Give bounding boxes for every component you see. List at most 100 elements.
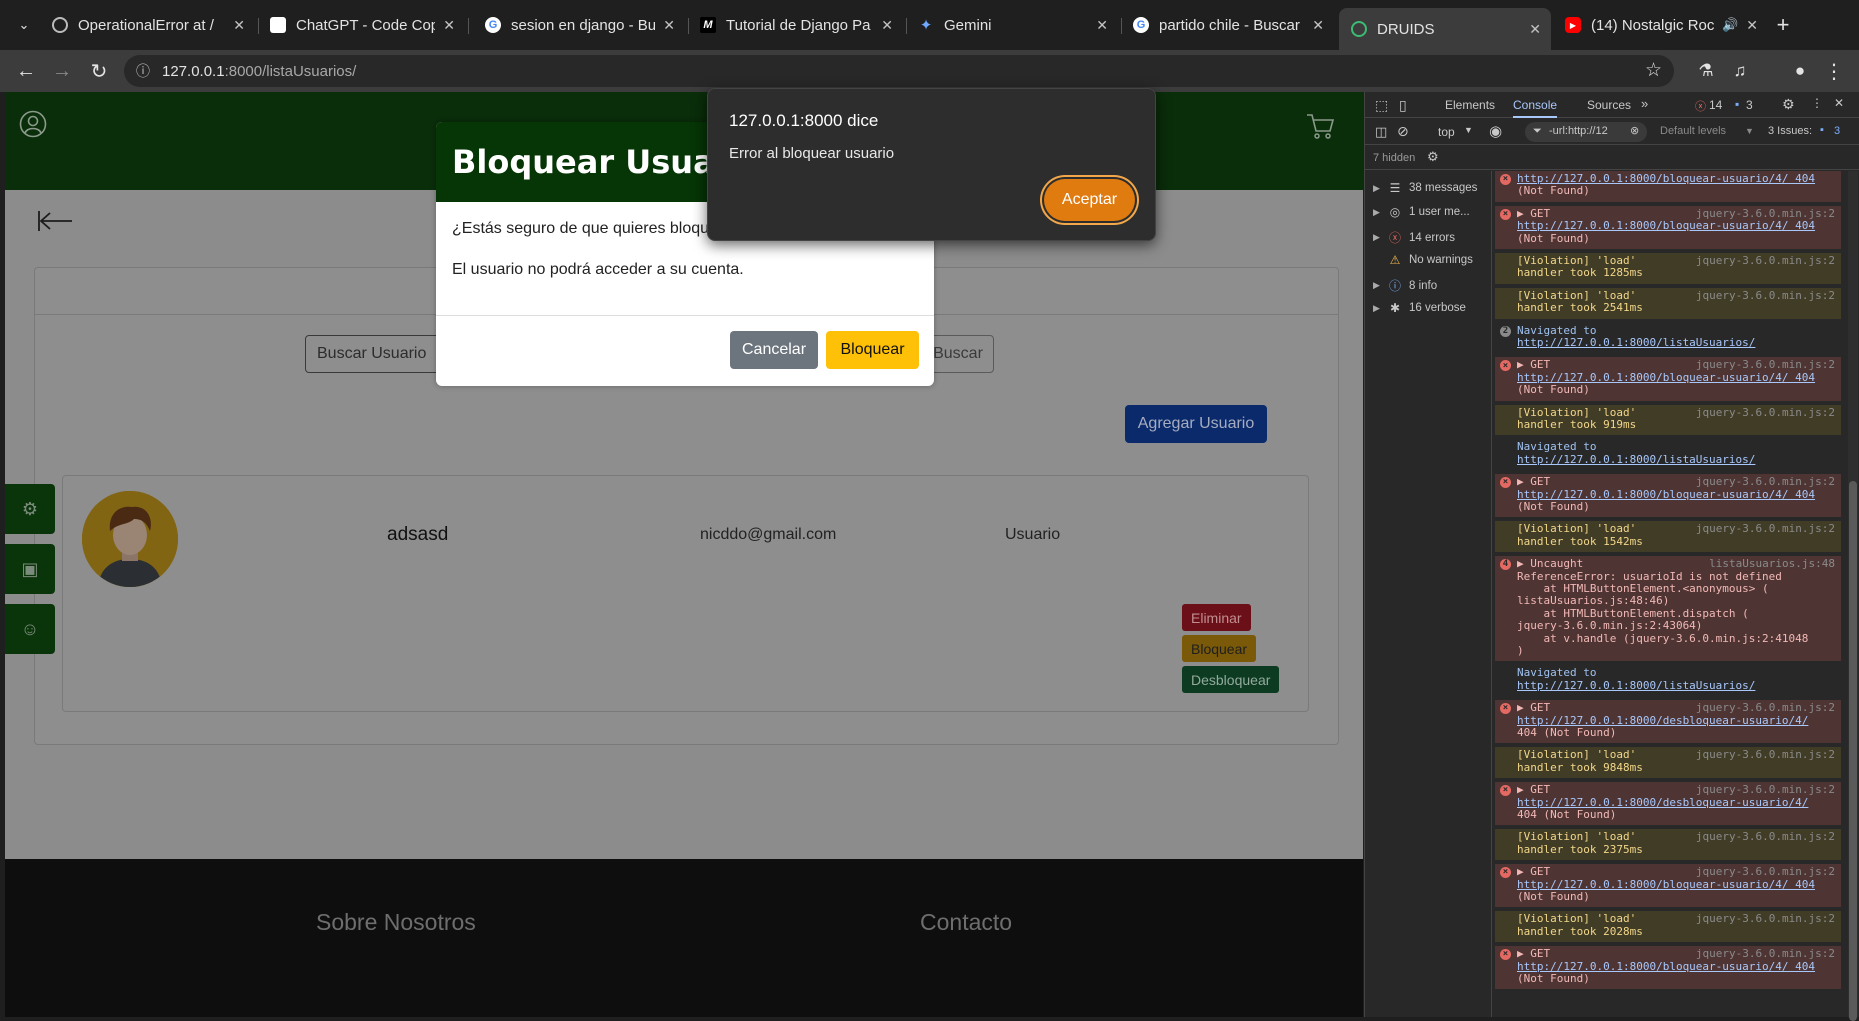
console-entry[interactable]: × ▶ GET http://127.0.0.1:8000/bloquear-usu…	[1495, 357, 1841, 401]
back-icon[interactable]: ←	[14, 59, 38, 83]
chevron-down-icon[interactable]: ▼	[1464, 125, 1473, 135]
tab-console[interactable]: Console	[1513, 98, 1558, 118]
source-link[interactable]: jquery-3.6.0.min.js:2	[1696, 358, 1835, 371]
close-icon[interactable]: ✕	[233, 17, 245, 34]
source-link[interactable]: jquery-3.6.0.min.js:2	[1696, 830, 1835, 843]
confirm-block-button[interactable]: Bloquear	[826, 331, 919, 369]
unblock-user-button[interactable]: Desbloquear	[1182, 666, 1280, 693]
source-link[interactable]: jquery-3.6.0.min.js:2	[1696, 475, 1835, 488]
console-entry[interactable]: [Violation] 'load' handler took 919ms jque…	[1495, 404, 1841, 436]
filter-input[interactable]: ⏷ -url:http://12 ⊗	[1525, 122, 1647, 142]
source-link[interactable]: jquery-3.6.0.min.js:2	[1696, 289, 1835, 302]
error-count-icon[interactable]: ⓧ	[1695, 98, 1706, 114]
console-entry[interactable]: [Violation] 'load' handler took 9848ms jqu…	[1495, 747, 1841, 779]
close-icon[interactable]: ✕	[1312, 17, 1324, 34]
console-line[interactable]: http://127.0.0.1:8000/listaUsuarios/	[1517, 453, 1837, 466]
delete-user-button[interactable]: Eliminar	[1182, 604, 1251, 631]
console-line[interactable]: http://127.0.0.1:8000/listaUsuarios/	[1517, 336, 1837, 349]
speaker-icon[interactable]: 🔊	[1722, 17, 1738, 33]
log-levels-select[interactable]: Default levels	[1660, 125, 1726, 137]
inspect-element-icon[interactable]: ⬚	[1375, 97, 1388, 114]
chevron-down-icon[interactable]: ▼	[1745, 126, 1754, 136]
tab-youtube[interactable]: ▶ (14) Nostalgic Roc 🔊 ✕	[1553, 8, 1768, 42]
cart-icon[interactable]	[1305, 110, 1335, 140]
close-devtools-icon[interactable]: ✕	[1834, 96, 1844, 110]
user-group-icon[interactable]: ☺	[5, 604, 55, 654]
tab-elements[interactable]: Elements	[1445, 98, 1495, 112]
reload-icon[interactable]: ↻	[87, 59, 111, 83]
device-toolbar-icon[interactable]: ▯	[1399, 97, 1407, 114]
close-icon[interactable]: ✕	[1096, 17, 1108, 34]
console-line[interactable]: http://127.0.0.1:8000/bloquear-usuario/4…	[1517, 219, 1837, 232]
block-user-button[interactable]: Bloquear	[1182, 635, 1257, 662]
console-entry[interactable]: Navigated to http://127.0.0.1:8000/listaU…	[1495, 665, 1841, 697]
console-entry[interactable]: [Violation] 'load' handler took 2541ms jqu…	[1495, 287, 1841, 319]
console-entry[interactable]: 2 Navigated to http://127.0.0.1:8000/lista…	[1495, 322, 1841, 354]
user-settings-icon[interactable]: ⚙	[5, 484, 55, 534]
source-link[interactable]: jquery-3.6.0.min.js:2	[1696, 748, 1835, 761]
console-entry[interactable]: [Violation] 'load' handler took 1542ms jqu…	[1495, 521, 1841, 553]
close-icon[interactable]: ✕	[443, 17, 455, 34]
collapse-arrow-icon[interactable]	[37, 210, 73, 232]
labs-flask-icon[interactable]: ⚗	[1694, 59, 1718, 83]
sidebar-messages[interactable]: ▶ ☰ 38 messages	[1373, 181, 1477, 195]
tab-gemini[interactable]: ✦ Gemini ✕	[906, 8, 1118, 42]
message-count[interactable]: 3	[1746, 98, 1753, 112]
add-user-button[interactable]: Agregar Usuario	[1125, 405, 1267, 443]
address-bar[interactable]: ⓘ 127.0.0.1:8000/listaUsuarios/ ☆	[124, 55, 1674, 87]
close-icon[interactable]: ✕	[663, 17, 675, 34]
console-entry[interactable]: × ▶ GET http://127.0.0.1:8000/desbloquear-…	[1495, 700, 1841, 744]
issues-label[interactable]: 3 Issues:	[1768, 125, 1812, 137]
settings-gear-icon[interactable]: ⚙	[1782, 96, 1795, 113]
console-entry[interactable]: [Violation] 'load' handler took 1285ms jqu…	[1495, 253, 1841, 284]
clear-filter-icon[interactable]: ⊗	[1630, 124, 1639, 137]
tab-sesion-django[interactable]: G sesion en django - Bus ✕	[473, 8, 685, 42]
console-line[interactable]: http://127.0.0.1:8000/listaUsuarios/	[1517, 679, 1837, 692]
source-link[interactable]: jquery-3.6.0.min.js:2	[1696, 254, 1835, 267]
close-icon[interactable]: ✕	[1529, 21, 1541, 38]
console-entry[interactable]: [Violation] 'load' handler took 2028ms jqu…	[1495, 911, 1841, 943]
scrollbar-thumb[interactable]	[1849, 481, 1857, 1021]
profile-icon[interactable]: ●	[1788, 59, 1812, 83]
sidebar-warnings[interactable]: ⚠ No warnings	[1373, 253, 1473, 267]
shopping-bag-icon[interactable]: ▣	[5, 544, 55, 594]
more-tabs-icon[interactable]: »	[1641, 96, 1648, 111]
source-link[interactable]: jquery-3.6.0.min.js:2	[1696, 701, 1835, 714]
new-tab-icon[interactable]: +	[1771, 12, 1795, 37]
source-link[interactable]: jquery-3.6.0.min.js:2	[1696, 522, 1835, 535]
tab-search-chevron-icon[interactable]: ⌄	[12, 13, 36, 37]
eye-icon[interactable]: ◉	[1489, 122, 1502, 140]
issues-icon[interactable]: ▪	[1820, 124, 1824, 136]
site-info-icon[interactable]: ⓘ	[136, 61, 150, 81]
source-link[interactable]: listaUsuarios.js:48	[1709, 557, 1835, 570]
clear-console-icon[interactable]: ⊘	[1397, 123, 1409, 140]
console-entry[interactable]: [Violation] 'load' handler took 2375ms jqu…	[1495, 829, 1841, 861]
sidebar-user-messages[interactable]: ▶ ◎ 1 user me...	[1373, 205, 1470, 219]
issues-count[interactable]: 3	[1834, 125, 1840, 137]
source-link[interactable]: jquery-3.6.0.min.js:2	[1696, 865, 1835, 878]
source-link[interactable]: jquery-3.6.0.min.js:2	[1696, 912, 1835, 925]
sidebar-errors[interactable]: ▶ ⓧ 14 errors	[1373, 229, 1455, 246]
close-icon[interactable]: ✕	[1746, 17, 1758, 34]
source-link[interactable]: jquery-3.6.0.min.js:2	[1696, 783, 1835, 796]
close-icon[interactable]: ✕	[881, 17, 893, 34]
tab-partido-chile[interactable]: G partido chile - Buscar ✕	[1121, 8, 1334, 42]
console-settings-icon[interactable]: ⚙	[1427, 149, 1439, 165]
source-link[interactable]: jquery-3.6.0.min.js:2	[1696, 207, 1835, 220]
footer-contact[interactable]: Contacto	[920, 909, 1012, 936]
context-select[interactable]: top	[1438, 125, 1455, 139]
error-count[interactable]: 14	[1709, 98, 1722, 112]
tab-chatgpt[interactable]: ChatGPT - Code Copilo ✕	[258, 8, 465, 42]
tab-tutorial-django[interactable]: M Tutorial de Django Pa ✕	[688, 8, 903, 42]
menu-dots-icon[interactable]: ⋮	[1822, 59, 1846, 83]
devtools-menu-icon[interactable]: ⋮	[1811, 96, 1823, 110]
cancel-button[interactable]: Cancelar	[730, 331, 818, 369]
tab-druids[interactable]: DRUIDS ✕	[1339, 8, 1551, 50]
sidebar-toggle-icon[interactable]: ◫	[1375, 124, 1387, 140]
user-account-icon[interactable]	[19, 110, 47, 138]
console-scrollbar[interactable]	[1848, 171, 1858, 1021]
message-count-icon[interactable]: ▪	[1735, 97, 1739, 111]
source-link[interactable]: jquery-3.6.0.min.js:2	[1696, 947, 1835, 960]
bookmark-star-icon[interactable]: ☆	[1645, 59, 1662, 82]
media-icon[interactable]: ♫	[1728, 59, 1752, 83]
